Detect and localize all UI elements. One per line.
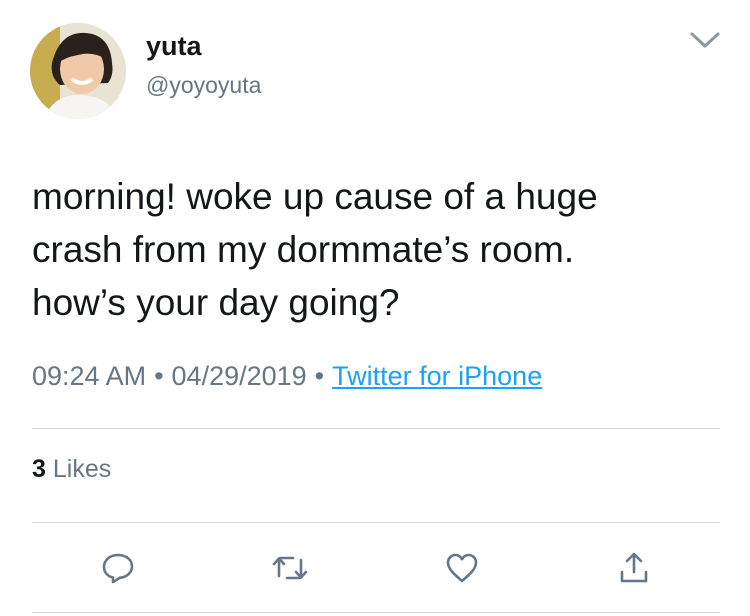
chevron-down-icon[interactable] (688, 28, 722, 52)
divider (32, 612, 720, 613)
share-icon (620, 552, 648, 583)
like-button[interactable] (442, 548, 482, 588)
likes-count: 3 (32, 455, 46, 483)
reply-icon (102, 553, 134, 584)
tweet-time[interactable]: 09:24 AM (32, 361, 146, 391)
like-icon (446, 553, 478, 583)
tweet-date[interactable]: 04/29/2019 (172, 361, 307, 391)
user-handle[interactable]: @yoyoyuta (146, 70, 261, 100)
profile-photo-icon (30, 23, 126, 119)
tweet-meta: 09:24 AM • 04/29/2019 • Twitter for iPhone (32, 358, 542, 394)
display-name[interactable]: yuta (146, 29, 202, 63)
divider (32, 428, 720, 429)
likes-stat[interactable]: 3 Likes (32, 452, 111, 486)
likes-label: Likes (52, 455, 112, 483)
retweet-button[interactable] (270, 548, 310, 588)
share-button[interactable] (614, 548, 654, 588)
meta-separator: • (314, 361, 325, 391)
reply-button[interactable] (98, 548, 138, 588)
divider (32, 522, 720, 523)
retweet-icon (272, 556, 308, 580)
source-link[interactable]: Twitter for iPhone (332, 361, 542, 391)
meta-separator: • (154, 361, 164, 391)
avatar[interactable] (30, 23, 126, 119)
tweet-text: morning! woke up cause of a huge crash f… (32, 176, 598, 323)
